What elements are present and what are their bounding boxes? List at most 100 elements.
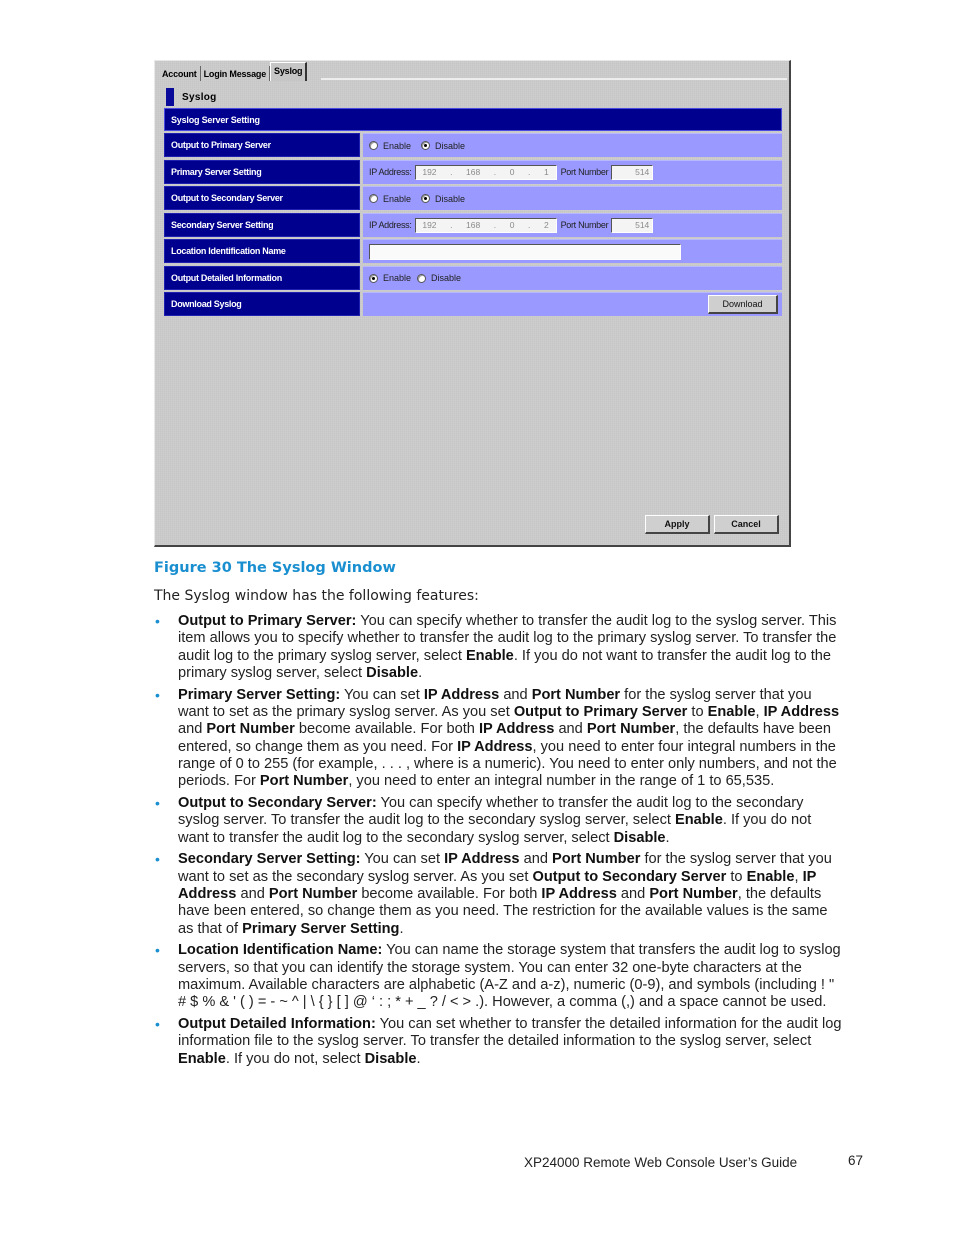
ui-term: IP Address <box>541 885 617 902</box>
radio-checked-icon[interactable] <box>421 141 431 150</box>
location-name-input[interactable] <box>369 243 681 260</box>
feature-term: Output to Primary Server: <box>178 613 357 629</box>
radio-label: Enable <box>383 273 412 283</box>
secondary-enable-radio[interactable]: Enable <box>369 194 411 204</box>
port-number-label: Port Number <box>560 167 609 177</box>
intro-paragraph: The Syslog window has the following feat… <box>154 588 479 604</box>
row-value: Enable Disable <box>363 265 782 290</box>
ui-term: Disable <box>366 664 419 681</box>
primary-disable-radio[interactable]: Disable <box>421 141 465 151</box>
ui-term: Port Number <box>206 721 295 738</box>
row-value <box>363 239 782 263</box>
row-output-primary: Output to Primary Server Enable Disable <box>164 133 782 157</box>
row-value: Enable Disable <box>363 186 782 210</box>
ui-term: Port Number <box>586 721 676 738</box>
radio-label: Disable <box>435 193 466 204</box>
row-value: Enable Disable <box>363 133 782 157</box>
ui-term: Enable <box>465 647 514 664</box>
ui-term: Port Number <box>552 851 641 868</box>
ip-octet[interactable]: 2 <box>544 220 549 230</box>
row-download-syslog: Download Syslog Download <box>164 292 782 316</box>
apply-button[interactable]: Apply <box>645 515 710 534</box>
row-output-secondary: Output to Secondary Server Enable Disabl… <box>164 186 782 210</box>
feature-item: Location Identification Name: You can na… <box>154 942 844 1011</box>
ip-octet[interactable]: 168 <box>466 220 480 230</box>
row-primary-setting: Primary Server Setting IP Address: 192. … <box>164 159 782 184</box>
section-title: Syslog <box>182 91 217 103</box>
ui-term: IP Address <box>423 686 500 703</box>
feature-term: Output to Secondary Server: <box>178 794 377 811</box>
feature-item: Secondary Server Setting: You can set IP… <box>154 851 844 937</box>
ui-term: IP Address <box>478 721 555 738</box>
section-marker-icon <box>166 88 174 106</box>
ui-term: Enable <box>746 868 795 885</box>
tab-login-message[interactable]: Login Message <box>201 66 271 81</box>
ip-address-label: IP Address: <box>369 167 412 177</box>
feature-term: Secondary Server Setting: <box>178 851 361 868</box>
radio-checked-icon[interactable] <box>369 273 378 283</box>
tab-account[interactable]: Account <box>159 66 201 81</box>
primary-port-number-input[interactable]: 514 <box>611 164 654 180</box>
cancel-button[interactable]: Cancel <box>714 515 779 534</box>
row-output-detailed: Output Detailed Information Enable Disab… <box>164 265 782 290</box>
radio-unchecked-icon[interactable] <box>369 141 378 150</box>
ip-octet[interactable]: 192 <box>422 220 436 230</box>
secondary-port-number-input[interactable]: 514 <box>611 217 654 233</box>
figure-caption: Figure 30 The Syslog Window <box>154 560 396 576</box>
ui-term: Enable <box>707 703 756 720</box>
ip-octet[interactable]: 192 <box>422 167 436 177</box>
feature-item: Primary Server Setting: You can set IP A… <box>154 687 844 791</box>
ui-term: Port Number <box>531 686 621 703</box>
footer-guide-title: XP24000 Remote Web Console User’s Guide <box>524 1155 798 1170</box>
ip-octet[interactable]: 0 <box>510 167 515 177</box>
row-secondary-setting: Secondary Server Setting IP Address: 192… <box>164 212 782 237</box>
row-location-name: Location Identification Name <box>164 239 782 263</box>
radio-unchecked-icon[interactable] <box>417 273 427 283</box>
tab-divider <box>321 78 787 80</box>
detailed-enable-radio[interactable]: Enable <box>369 273 411 283</box>
page-number: 67 <box>848 1153 864 1168</box>
feature-item: Output Detailed Information: You can set… <box>154 1016 844 1068</box>
tab-bar: Account Login Message Syslog <box>159 62 308 81</box>
syslog-settings-grid: Syslog Server Setting Output to Primary … <box>164 108 782 319</box>
feature-item: Output to Secondary Server: You can spec… <box>154 795 844 847</box>
download-button[interactable]: Download <box>708 295 778 314</box>
ui-term: Output to Primary Server <box>513 703 688 720</box>
ui-term: Disable <box>364 1050 417 1067</box>
ui-term: IP Address <box>763 703 840 720</box>
section-header: Syslog <box>166 87 217 107</box>
ip-octet[interactable]: 0 <box>510 220 515 230</box>
port-number-label: Port Number <box>560 220 609 230</box>
row-label: Output Detailed Information <box>164 265 360 290</box>
row-label: Primary Server Setting <box>164 159 360 184</box>
radio-label: Disable <box>431 273 462 283</box>
ui-term: IP Address <box>444 851 520 868</box>
ui-term: Port Number <box>268 885 358 902</box>
row-value: IP Address: 192. 168. 0. 1 Port Number 5… <box>363 159 782 184</box>
ui-term: Port Number <box>649 885 738 902</box>
radio-unchecked-icon[interactable] <box>369 194 378 203</box>
row-label: Location Identification Name <box>164 239 360 263</box>
row-value: Download <box>363 292 782 316</box>
ui-term: Enable <box>178 1050 226 1067</box>
row-value: IP Address: 192. 168. 0. 2 Port Number 5… <box>363 212 782 237</box>
ui-term: Enable <box>674 812 723 829</box>
radio-label: Enable <box>383 193 412 204</box>
primary-ip-address-input[interactable]: 192. 168. 0. 1 <box>414 164 557 180</box>
row-label: Download Syslog <box>164 292 360 316</box>
radio-checked-icon[interactable] <box>421 194 431 203</box>
feature-item: Output to Primary Server: You can specif… <box>154 613 844 682</box>
ui-term: Primary Server Setting <box>242 920 400 937</box>
detailed-disable-radio[interactable]: Disable <box>417 273 461 283</box>
ip-octet[interactable]: 1 <box>544 167 549 177</box>
ui-term: IP Address <box>457 738 533 755</box>
ip-octet[interactable]: 168 <box>466 167 480 177</box>
secondary-ip-address-input[interactable]: 192. 168. 0. 2 <box>414 217 557 233</box>
primary-enable-radio[interactable]: Enable <box>369 141 411 151</box>
syslog-window-screenshot: Account Login Message Syslog Syslog Sysl… <box>154 60 791 547</box>
tab-syslog[interactable]: Syslog <box>270 62 308 81</box>
ui-term: Output to Secondary Server <box>532 868 727 885</box>
syslog-server-setting-banner: Syslog Server Setting <box>164 108 782 131</box>
secondary-disable-radio[interactable]: Disable <box>421 194 465 204</box>
row-label: Output to Secondary Server <box>164 186 360 210</box>
